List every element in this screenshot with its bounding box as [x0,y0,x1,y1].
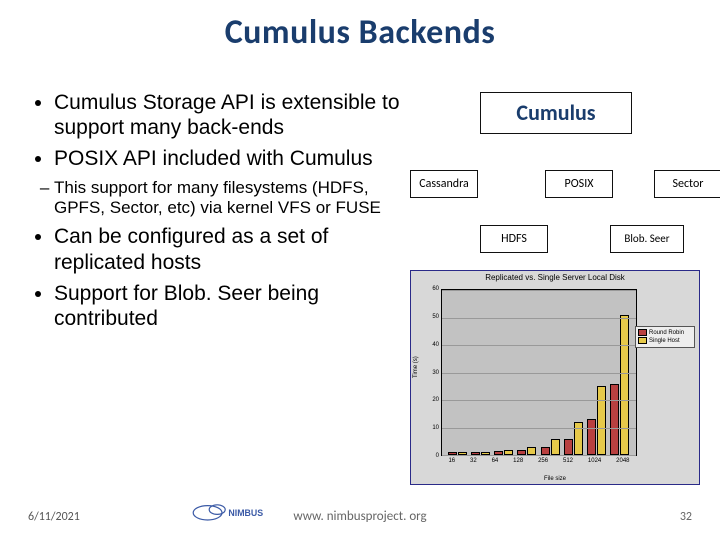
diagram-box-blobseer: Blob. Seer [610,225,684,253]
diagram-box-sector: Sector [654,170,720,198]
page-number: 32 [680,510,692,524]
chart-y-ticks: 0102030405060 [419,289,439,456]
performance-chart: Replicated vs. Single Server Local Disk … [410,270,700,485]
bar [597,386,606,455]
bullet-subitem: This support for many filesystems (HDFS,… [54,178,400,219]
legend-label: Round Robin [649,330,684,336]
bar [527,447,536,455]
chart-legend: Round Robin Single Host [635,326,695,348]
footer-url: www. nimbusproject. org [293,509,426,524]
architecture-diagram: Cumulus Cassandra POSIX Sector HDFS Blob… [410,90,700,270]
body: Cumulus Storage API is extensible to sup… [30,90,700,485]
svg-text:NIMBUS: NIMBUS [228,508,263,518]
bullet-item: POSIX API included with Cumulus [54,146,400,171]
diagram-box-cumulus: Cumulus [480,92,632,134]
nimbus-logo-icon: NIMBUS [190,500,270,524]
bar [620,315,629,455]
chart-x-label: File size [411,476,699,482]
bar [564,439,573,456]
chart-title: Replicated vs. Single Server Local Disk [411,271,699,282]
bullet-list: Cumulus Storage API is extensible to sup… [30,90,400,485]
legend-swatch-icon [638,337,647,344]
footer-date: 6/11/2021 [28,510,80,524]
bar [610,384,619,456]
bullet-item: Can be configured as a set of replicated… [54,224,400,274]
legend-item: Round Robin [638,329,692,336]
bullet-item: Support for Blob. Seer being contributed [54,281,400,331]
bar [587,419,596,455]
legend-label: Single Host [649,338,680,344]
legend-swatch-icon [638,329,647,336]
right-column: Cumulus Cassandra POSIX Sector HDFS Blob… [410,90,700,485]
chart-plot-area [441,289,637,456]
diagram-box-cassandra: Cassandra [410,170,478,198]
slide-title: Cumulus Backends [0,0,720,53]
diagram-box-hdfs: HDFS [480,225,548,253]
chart-x-ticks: 16326412825651210242048 [441,458,637,468]
slide: Cumulus Backends Cumulus Storage API is … [0,0,720,540]
legend-item: Single Host [638,337,692,344]
bar [551,439,560,456]
bar [541,447,550,455]
bullet-item: Cumulus Storage API is extensible to sup… [54,90,400,140]
diagram-box-posix: POSIX [545,170,613,198]
footer: 6/11/2021 NIMBUS www. nimbusproject. org… [0,498,720,524]
